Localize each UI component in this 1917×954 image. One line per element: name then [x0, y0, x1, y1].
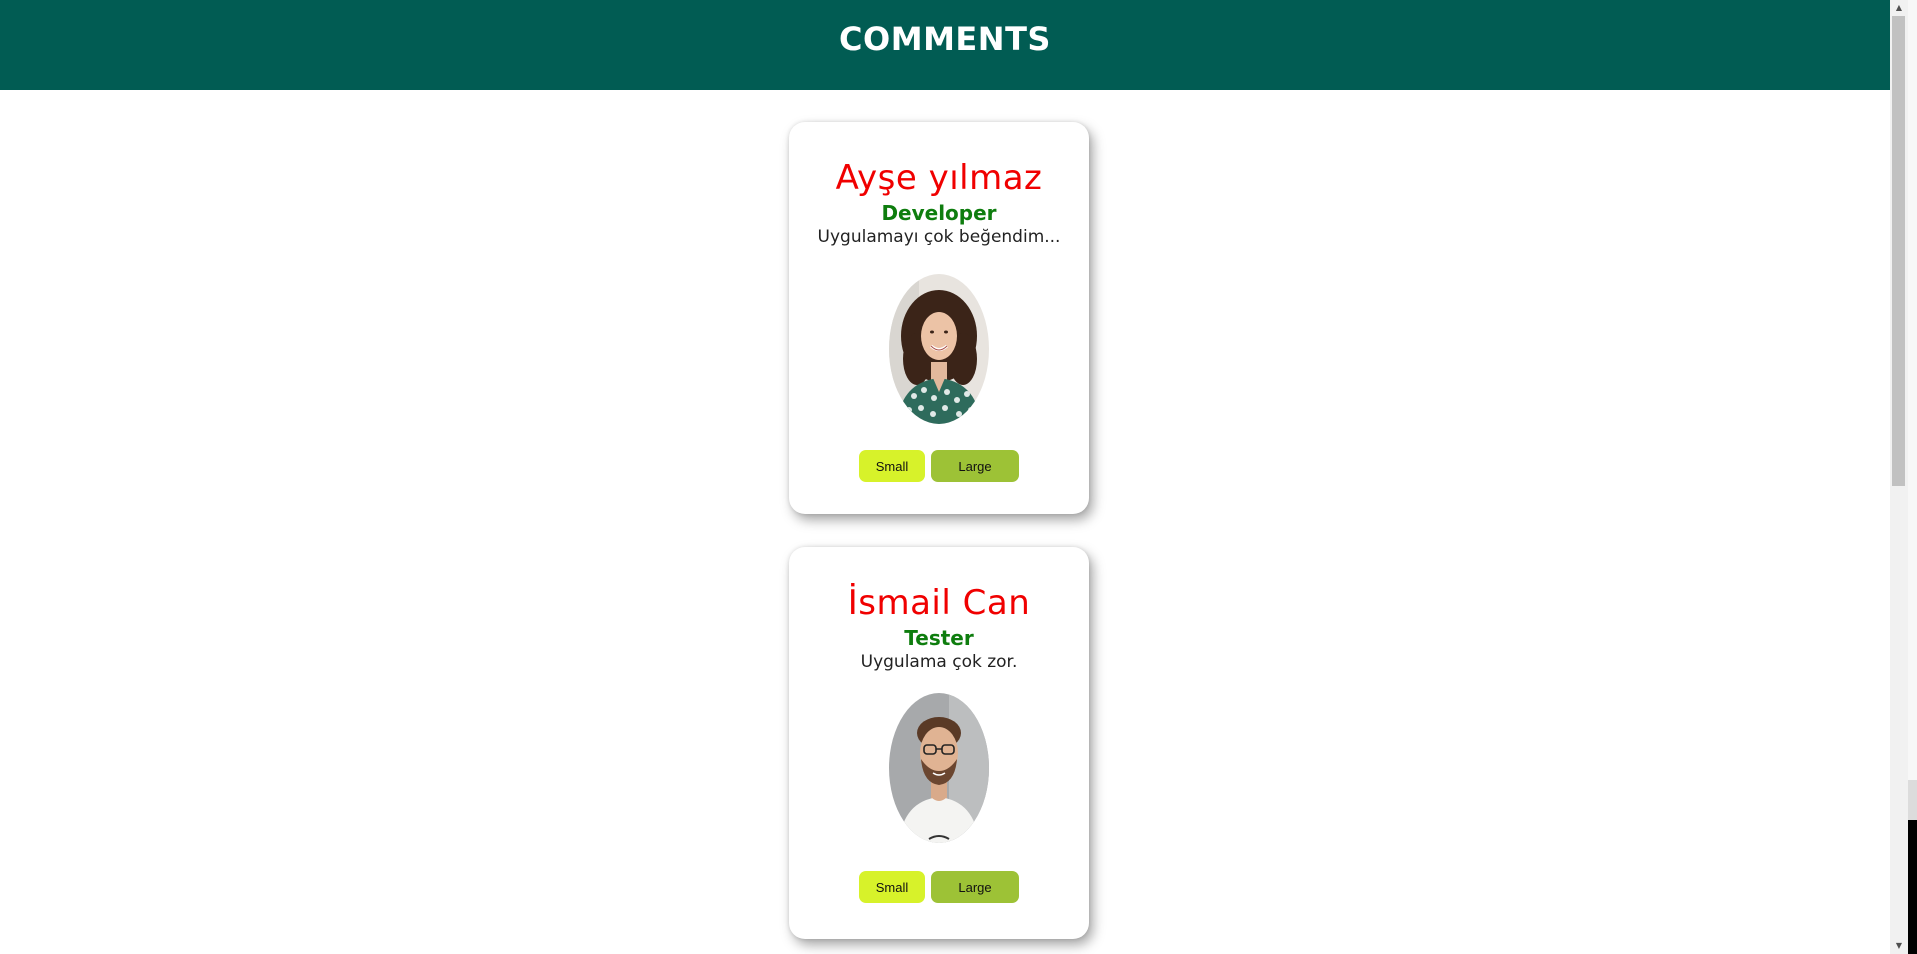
page-header: COMMENTS	[0, 0, 1890, 90]
page-viewport: COMMENTS Ayşe yılmaz Developer Uygulamay…	[0, 0, 1890, 954]
window-edge	[1908, 0, 1917, 954]
comment-text: Uygulamayı çok beğendim...	[817, 227, 1061, 247]
small-button[interactable]: Small	[859, 450, 925, 482]
avatar	[889, 274, 989, 424]
scroll-thumb[interactable]	[1892, 16, 1905, 486]
man-portrait-photo	[889, 693, 989, 843]
woman-portrait-photo	[889, 274, 989, 424]
vertical-scrollbar[interactable]: ▲ ▼	[1890, 0, 1908, 954]
edge-highlight	[1908, 780, 1917, 820]
small-button[interactable]: Small	[859, 871, 925, 903]
commenter-name: İsmail Can	[847, 583, 1031, 623]
comment-card: Ayşe yılmaz Developer Uygulamayı çok beğ…	[789, 122, 1089, 514]
commenter-role: Developer	[881, 201, 997, 225]
scroll-down-icon[interactable]: ▼	[1890, 938, 1908, 954]
avatar	[889, 693, 989, 843]
size-buttons: Small Large	[789, 871, 1089, 903]
page-title: COMMENTS	[839, 20, 1051, 58]
commenter-role: Tester	[904, 626, 974, 650]
comment-text: Uygulama çok zor.	[860, 652, 1018, 672]
scroll-up-icon[interactable]: ▲	[1890, 0, 1908, 16]
comment-card: İsmail Can Tester Uygulama çok zor. Smal…	[789, 547, 1089, 939]
edge-shadow	[1908, 820, 1917, 954]
large-button[interactable]: Large	[931, 450, 1019, 482]
size-buttons: Small Large	[789, 450, 1089, 482]
commenter-name: Ayşe yılmaz	[835, 158, 1043, 198]
large-button[interactable]: Large	[931, 871, 1019, 903]
